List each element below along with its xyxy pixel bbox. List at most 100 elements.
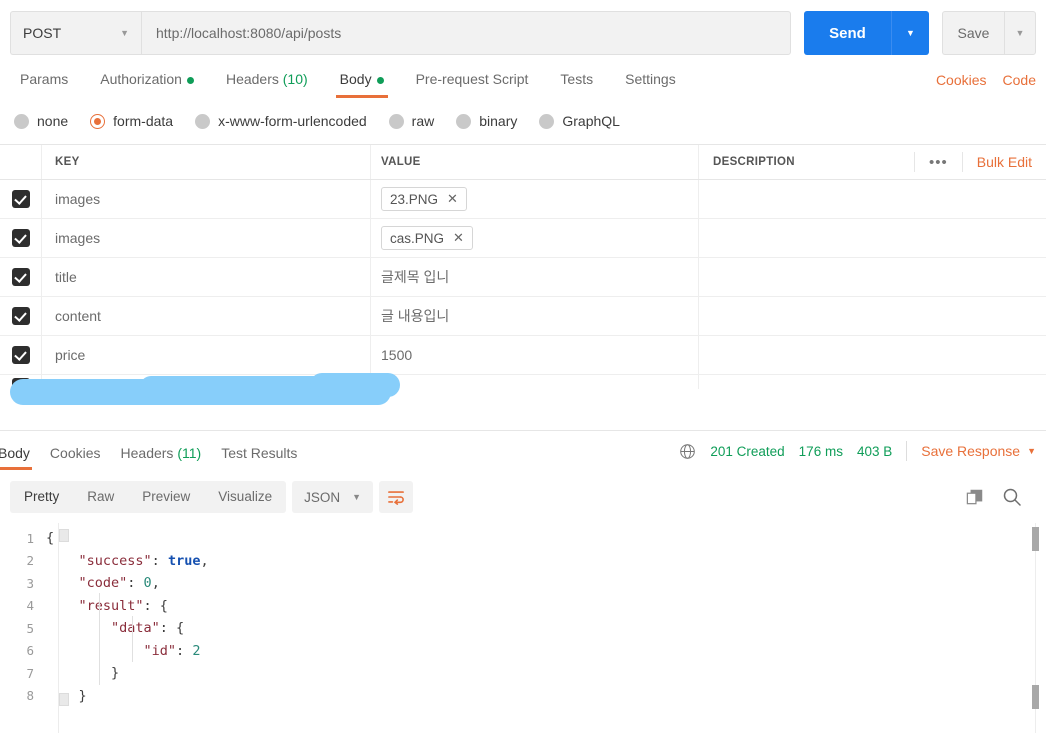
radio-icon[interactable] <box>14 113 29 129</box>
word-wrap-toggle-button[interactable] <box>379 481 414 513</box>
row-checkbox[interactable] <box>11 190 30 208</box>
code-token-punct: : <box>127 575 144 592</box>
remove-file-icon[interactable]: ✕ <box>453 230 464 246</box>
column-header-description: DESCRIPTION ••• Bulk Edit <box>699 145 1046 179</box>
response-tab-body[interactable]: Body <box>0 445 40 470</box>
row-key-cell[interactable]: images <box>42 219 371 257</box>
row-checkbox[interactable] <box>11 268 30 286</box>
code-link[interactable]: Code <box>1003 72 1036 88</box>
table-row[interactable]: images 23.PNG ✕ <box>0 180 1046 219</box>
table-row[interactable]: content 글 내용입니 <box>0 297 1046 336</box>
table-more-options-icon[interactable]: ••• <box>913 152 962 172</box>
remove-file-icon[interactable]: ✕ <box>447 191 458 207</box>
row-value-cell[interactable]: 글제목 입니 <box>371 258 699 296</box>
view-mode-preview[interactable]: Preview <box>128 481 204 513</box>
chevron-down-icon: ▼ <box>120 28 129 38</box>
body-mode-label: raw <box>411 113 435 129</box>
response-tab-test-results[interactable]: Test Results <box>211 445 307 470</box>
request-tab-authorization[interactable]: Authorization <box>90 70 204 98</box>
response-view-toolbar: Pretty Raw Preview Visualize JSON ▼ <box>0 471 1046 523</box>
line-number: 5 <box>26 620 34 636</box>
response-tab-cookies[interactable]: Cookies <box>40 445 111 470</box>
row-description-cell[interactable] <box>699 219 1046 257</box>
row-checkbox[interactable] <box>11 229 30 247</box>
body-mode-graphql[interactable]: GraphQL <box>539 113 620 129</box>
send-button[interactable]: Send <box>804 11 891 55</box>
table-row[interactable]: title 글제목 입니 <box>0 258 1046 297</box>
body-mode-form-data[interactable]: form-data <box>90 113 173 129</box>
row-key-cell[interactable] <box>42 375 371 389</box>
body-mode-binary[interactable]: binary <box>456 113 517 129</box>
view-mode-visualize[interactable]: Visualize <box>204 481 286 513</box>
row-checkbox-cell <box>0 180 42 218</box>
request-tab-settings[interactable]: Settings <box>615 70 686 98</box>
send-button-group: Send ▼ <box>804 11 929 55</box>
row-checkbox[interactable] <box>11 307 30 325</box>
save-response-button[interactable]: Save Response ▼ <box>921 443 1036 459</box>
row-checkbox-cell <box>0 336 42 374</box>
request-tab-params[interactable]: Params <box>10 70 78 98</box>
code-scrollbar-thumb[interactable] <box>1032 527 1039 551</box>
row-checkbox[interactable] <box>11 346 30 364</box>
column-header-key: KEY <box>42 145 371 179</box>
request-tab-tests[interactable]: Tests <box>550 70 603 98</box>
row-description-cell[interactable] <box>699 297 1046 335</box>
row-value-cell[interactable]: 1500 <box>371 336 699 374</box>
row-value-cell[interactable]: 23.PNG ✕ <box>371 180 699 218</box>
row-key-cell[interactable]: title <box>42 258 371 296</box>
row-value-cell[interactable] <box>371 375 699 389</box>
code-indent-guide <box>132 616 133 662</box>
row-description-cell[interactable] <box>699 258 1046 296</box>
bulk-edit-button[interactable]: Bulk Edit <box>961 152 1046 172</box>
row-key-cell[interactable]: images <box>42 180 371 218</box>
code-scrollbar-marker[interactable] <box>1032 685 1039 709</box>
body-mode-raw[interactable]: raw <box>388 113 435 129</box>
row-description-cell[interactable] <box>699 180 1046 218</box>
radio-icon[interactable] <box>456 113 472 129</box>
request-tab-pre-request-script[interactable]: Pre-request Script <box>406 70 539 98</box>
code-fold-marker-close[interactable] <box>59 693 69 706</box>
cookies-link[interactable]: Cookies <box>936 72 987 88</box>
row-checkbox-cell <box>0 219 42 257</box>
request-tab-label: Pre-request Script <box>415 71 529 87</box>
view-mode-raw[interactable]: Raw <box>73 481 128 513</box>
code-fold-marker-open[interactable] <box>59 529 69 542</box>
table-row[interactable]: images cas.PNG ✕ <box>0 219 1046 258</box>
row-value-cell[interactable]: 글 내용입니 <box>371 297 699 335</box>
request-url-input[interactable] <box>141 11 791 55</box>
table-row[interactable]: price 1500 <box>0 336 1046 375</box>
radio-icon[interactable] <box>388 113 404 129</box>
send-options-button[interactable]: ▼ <box>891 11 929 55</box>
row-description-cell[interactable] <box>699 375 1046 389</box>
code-token-punct: : { <box>159 620 185 637</box>
response-status: 201 Created <box>710 443 785 459</box>
response-body-code-view[interactable]: 1{2 "success": true, 3 "code": 0, 4 "resul… <box>0 523 1046 733</box>
body-mode-none[interactable]: none <box>14 113 68 129</box>
row-key-cell[interactable]: price <box>42 336 371 374</box>
response-tab-headers[interactable]: Headers (11) <box>111 445 212 470</box>
copy-icon[interactable] <box>965 488 984 507</box>
table-row-partial[interactable] <box>0 375 1046 389</box>
row-value-cell[interactable]: cas.PNG ✕ <box>371 219 699 257</box>
row-key-cell[interactable]: content <box>42 297 371 335</box>
search-icon[interactable] <box>1002 487 1022 507</box>
request-tab-body[interactable]: Body <box>330 70 394 98</box>
save-options-button[interactable]: ▼ <box>1004 11 1036 55</box>
row-key-text: images <box>55 230 101 246</box>
code-line: 1{ <box>0 527 1046 550</box>
save-button[interactable]: Save <box>942 11 1004 55</box>
body-mode-label: x-www-form-urlencoded <box>218 113 367 129</box>
view-mode-pretty[interactable]: Pretty <box>10 481 73 513</box>
radio-icon[interactable] <box>195 113 211 129</box>
radio-icon[interactable] <box>539 113 555 129</box>
row-description-cell[interactable] <box>699 336 1046 374</box>
radio-icon[interactable] <box>90 113 106 129</box>
row-checkbox[interactable] <box>11 378 30 386</box>
code-token-key: "id" <box>46 642 177 659</box>
code-indent-guide <box>99 593 100 685</box>
http-method-select[interactable]: POST ▼ <box>10 11 141 55</box>
response-format-select[interactable]: JSON ▼ <box>292 481 374 513</box>
body-mode-x-www-form-urlencoded[interactable]: x-www-form-urlencoded <box>195 113 367 129</box>
request-tab-headers[interactable]: Headers (10) <box>216 70 318 98</box>
code-line-text: { <box>46 530 54 546</box>
